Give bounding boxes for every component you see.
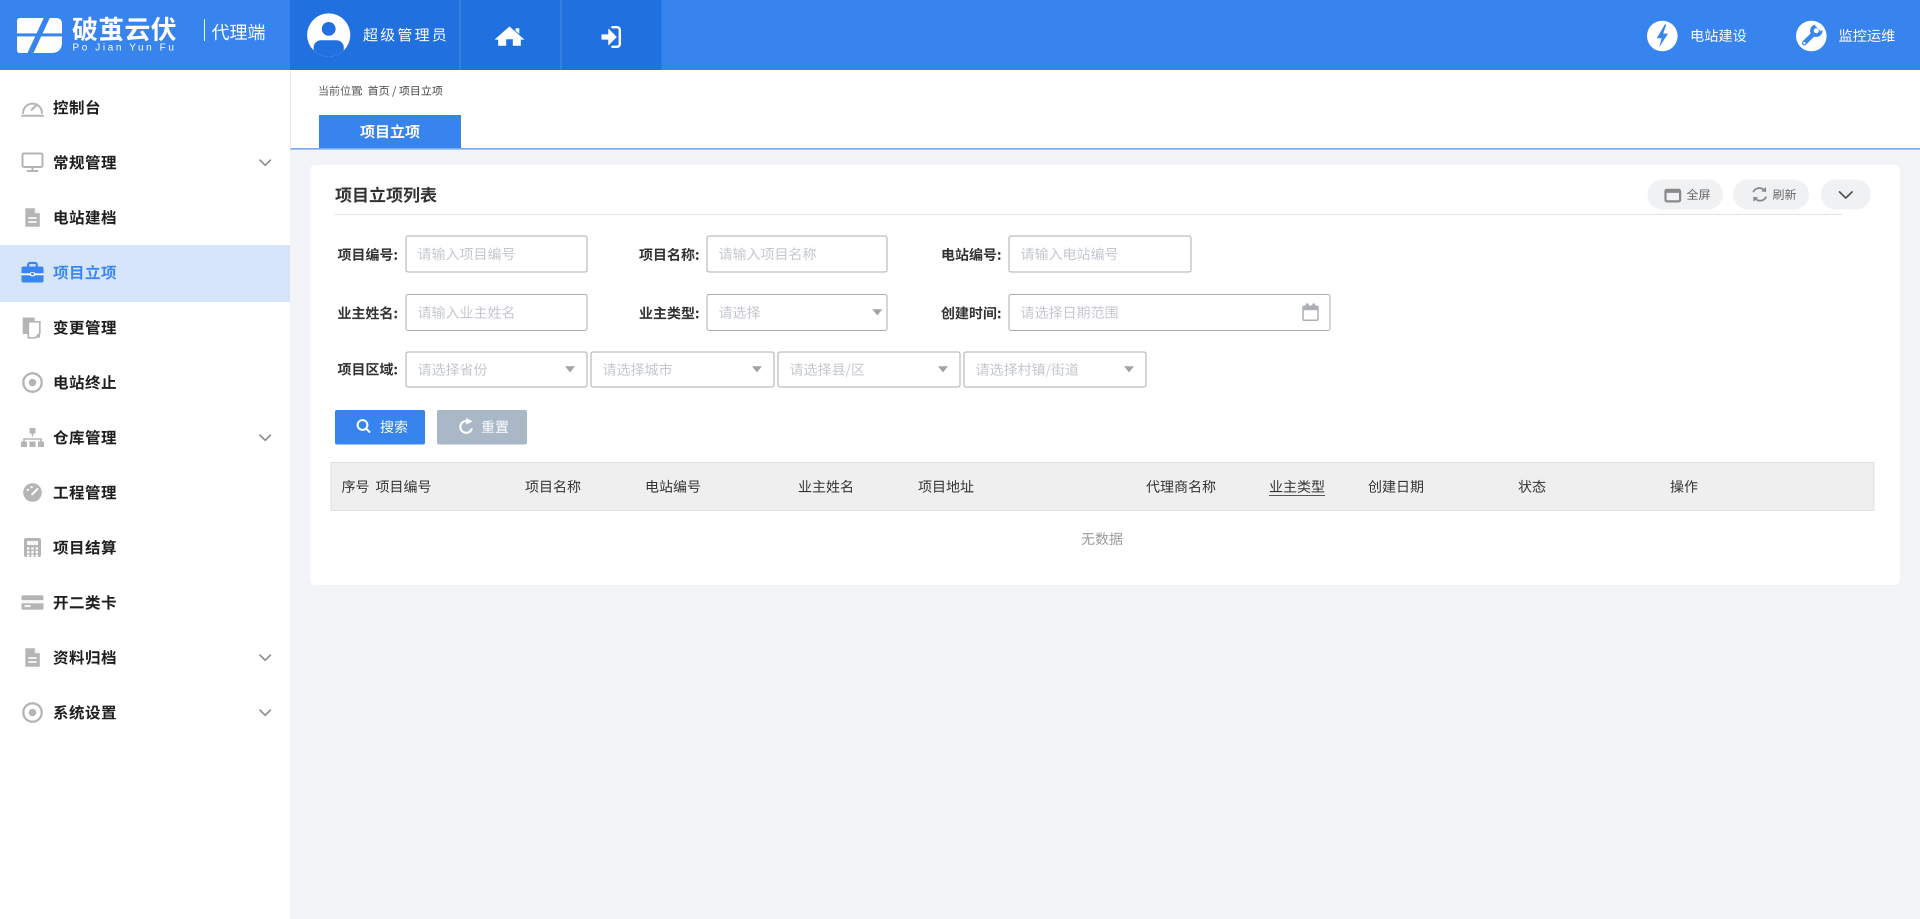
svg-text:Po Jian Yun Fu: Po Jian Yun Fu [73, 43, 177, 54]
